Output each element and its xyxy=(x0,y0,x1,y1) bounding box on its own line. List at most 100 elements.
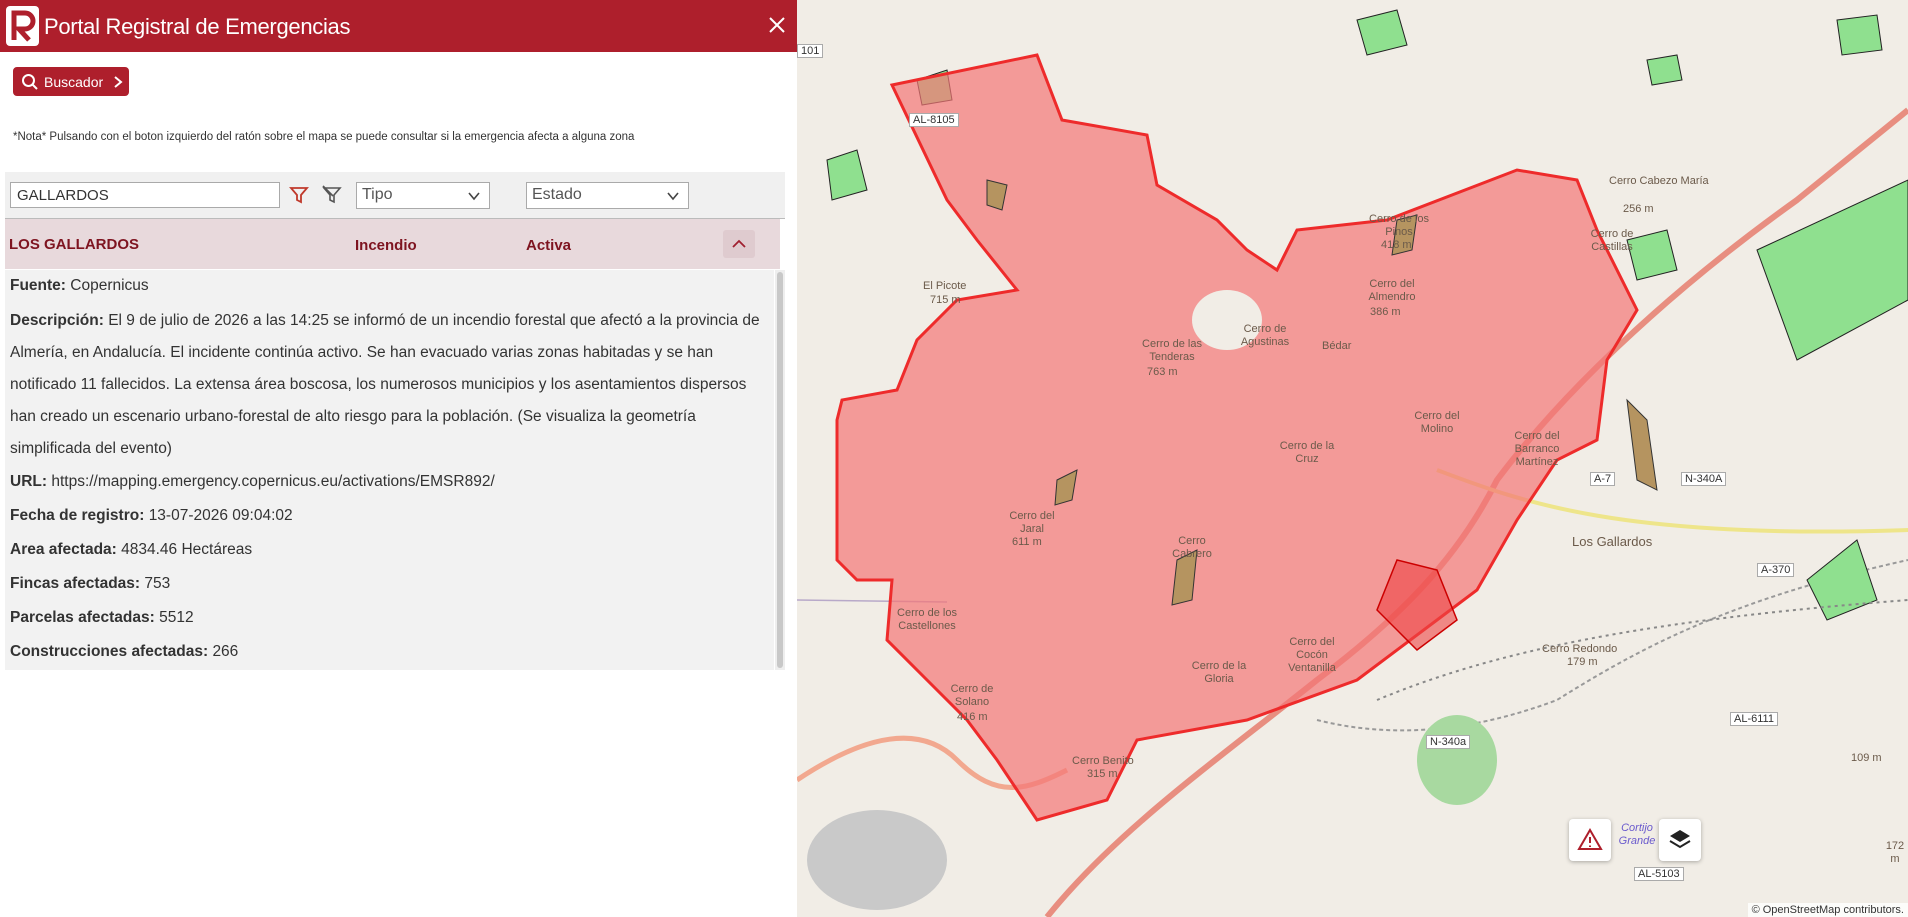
descripcion-label: Descripción: xyxy=(10,312,104,329)
map-label: Bédar xyxy=(1322,340,1352,352)
map-label: Cerro de Agustinas xyxy=(1240,323,1290,348)
map-label: Cerro de las Tenderas xyxy=(1142,338,1202,363)
result-details: Fuente: Copernicus Descripción: El 9 de … xyxy=(5,270,774,670)
map-label: 179 m xyxy=(1567,656,1598,668)
map-label: Cerro de la Gloria xyxy=(1191,660,1247,685)
map-label: Cerro del Barranco Martínez xyxy=(1514,430,1560,468)
map-label: Cerro Benito xyxy=(1072,755,1134,767)
map-label: Cerro del Almendro xyxy=(1368,278,1416,303)
map-label: Cerro de la Cruz xyxy=(1279,440,1335,465)
fecha-value: 13-07-2026 09:04:02 xyxy=(148,507,293,524)
fincas-label: Fincas afectadas: xyxy=(10,575,141,592)
estado-select-value: Estado xyxy=(532,186,582,203)
search-button[interactable]: Buscador xyxy=(13,67,129,96)
road-label: A-370 xyxy=(1757,563,1795,577)
descripcion-value: El 9 de julio de 2026 a las 14:25 se inf… xyxy=(10,312,760,457)
parcelas-value: 5512 xyxy=(159,609,194,626)
fincas-value: 753 xyxy=(144,575,171,592)
detail-fuente: Fuente: Copernicus xyxy=(10,277,149,295)
road-label: N-340A xyxy=(1681,472,1727,486)
map-attribution: © OpenStreetMap contributors. xyxy=(1747,903,1908,917)
map-label: 315 m xyxy=(1087,768,1118,780)
warning-icon xyxy=(1577,828,1603,850)
area-value: 4834.46 Hectáreas xyxy=(121,541,253,558)
name-search-input[interactable] xyxy=(10,182,280,208)
close-icon[interactable] xyxy=(765,13,789,37)
collapse-button[interactable] xyxy=(723,230,755,258)
detail-parcelas: Parcelas afectadas: 5512 xyxy=(10,609,194,627)
map-label: 172 m xyxy=(1885,840,1905,865)
detail-area: Area afectada: 4834.46 Hectáreas xyxy=(10,541,252,559)
fuente-label: Fuente: xyxy=(10,277,66,294)
chevron-up-icon xyxy=(732,239,746,248)
construcciones-label: Construcciones afectadas: xyxy=(10,643,209,660)
map-label: Los Gallardos xyxy=(1572,534,1653,549)
map-label: 418 m xyxy=(1381,239,1412,251)
result-type: Incendio xyxy=(355,237,417,254)
map-label: Cerro Redondo xyxy=(1542,643,1618,655)
search-icon xyxy=(22,73,38,90)
filter-bar: Tipo Estado xyxy=(5,172,785,219)
road-label: AL-5103 xyxy=(1634,867,1684,881)
warning-button[interactable] xyxy=(1569,819,1611,861)
map-label: Cerro de Solano xyxy=(950,683,994,708)
app-title: Portal Registral de Emergencias xyxy=(44,14,351,39)
layers-icon xyxy=(1669,830,1691,849)
map-label: 109 m xyxy=(1851,752,1882,764)
tipo-select[interactable]: Tipo xyxy=(356,182,490,209)
result-name: LOS GALLARDOS xyxy=(9,236,139,253)
detail-fecha: Fecha de registro: 13-07-2026 09:04:02 xyxy=(10,507,293,525)
map-label: Cerro del Molino xyxy=(1414,410,1460,435)
fecha-label: Fecha de registro: xyxy=(10,507,145,524)
map-label: Cerro de Castillas xyxy=(1590,228,1634,253)
app-header: Portal Registral de Emergencias xyxy=(0,0,797,52)
layers-button[interactable] xyxy=(1659,819,1701,861)
map-label: 416 m xyxy=(957,711,988,723)
map-label: Cerro del Cocón Ventanilla xyxy=(1288,636,1336,674)
map-label: Cerro Cabezo María xyxy=(1609,175,1709,187)
fuente-value: Copernicus xyxy=(70,277,149,294)
side-panel: Portal Registral de Emergencias Buscador… xyxy=(0,0,798,917)
construcciones-value: 266 xyxy=(212,643,239,660)
clear-filter-icon[interactable] xyxy=(321,184,343,206)
road-label: 101 xyxy=(797,44,824,58)
filter-icon[interactable] xyxy=(288,184,310,206)
parcelas-label: Parcelas afectadas: xyxy=(10,609,155,626)
road-label: A-7 xyxy=(1590,472,1616,486)
map-label: 715 m xyxy=(930,294,961,306)
map-label: Cerro Cabrero xyxy=(1172,535,1212,560)
map-label: El Picote xyxy=(923,280,967,292)
map-label: Cerro de los Castellones xyxy=(897,607,957,632)
map-canvas[interactable] xyxy=(797,0,1908,917)
road-label: N-340a xyxy=(1426,735,1471,749)
detail-descripcion: Descripción: El 9 de julio de 2026 a las… xyxy=(10,305,770,465)
detail-url: URL: https://mapping.emergency.copernicu… xyxy=(10,473,495,491)
map-label: 763 m xyxy=(1147,366,1178,378)
details-scrollbar[interactable] xyxy=(775,270,785,670)
result-row[interactable]: LOS GALLARDOS Incendio Activa xyxy=(5,219,780,269)
road-label: AL-8105 xyxy=(909,113,959,127)
result-state: Activa xyxy=(526,237,572,254)
url-value[interactable]: https://mapping.emergency.copernicus.eu/… xyxy=(51,473,494,490)
road-label: AL-6111 xyxy=(1730,712,1778,726)
scrollbar-thumb[interactable] xyxy=(777,272,783,668)
logo-icon xyxy=(6,6,39,46)
chevron-right-icon xyxy=(114,75,123,88)
map-view[interactable]: Cerro Cabezo María 256 m Cerro de los Pi… xyxy=(797,0,1908,917)
search-button-label: Buscador xyxy=(44,73,104,90)
estado-select[interactable]: Estado xyxy=(526,182,689,209)
tipo-select-value: Tipo xyxy=(362,186,393,203)
area-label: Area afectada: xyxy=(10,541,117,558)
map-label: Cerro del Jaral xyxy=(1009,510,1055,535)
map-label: Cerro de los Pinos xyxy=(1369,213,1429,238)
detail-fincas: Fincas afectadas: 753 xyxy=(10,575,170,593)
detail-construcciones: Construcciones afectadas: 266 xyxy=(10,643,238,661)
chevron-down-icon xyxy=(667,192,679,201)
map-label: Cortijo Grande xyxy=(1618,822,1656,847)
info-note: *Nota* Pulsando con el boton izquierdo d… xyxy=(13,131,635,143)
map-label: 386 m xyxy=(1370,306,1401,318)
map-label: 256 m xyxy=(1623,203,1654,215)
url-label: URL: xyxy=(10,473,48,490)
chevron-down-icon xyxy=(468,192,480,201)
map-label: 611 m xyxy=(1012,536,1042,548)
